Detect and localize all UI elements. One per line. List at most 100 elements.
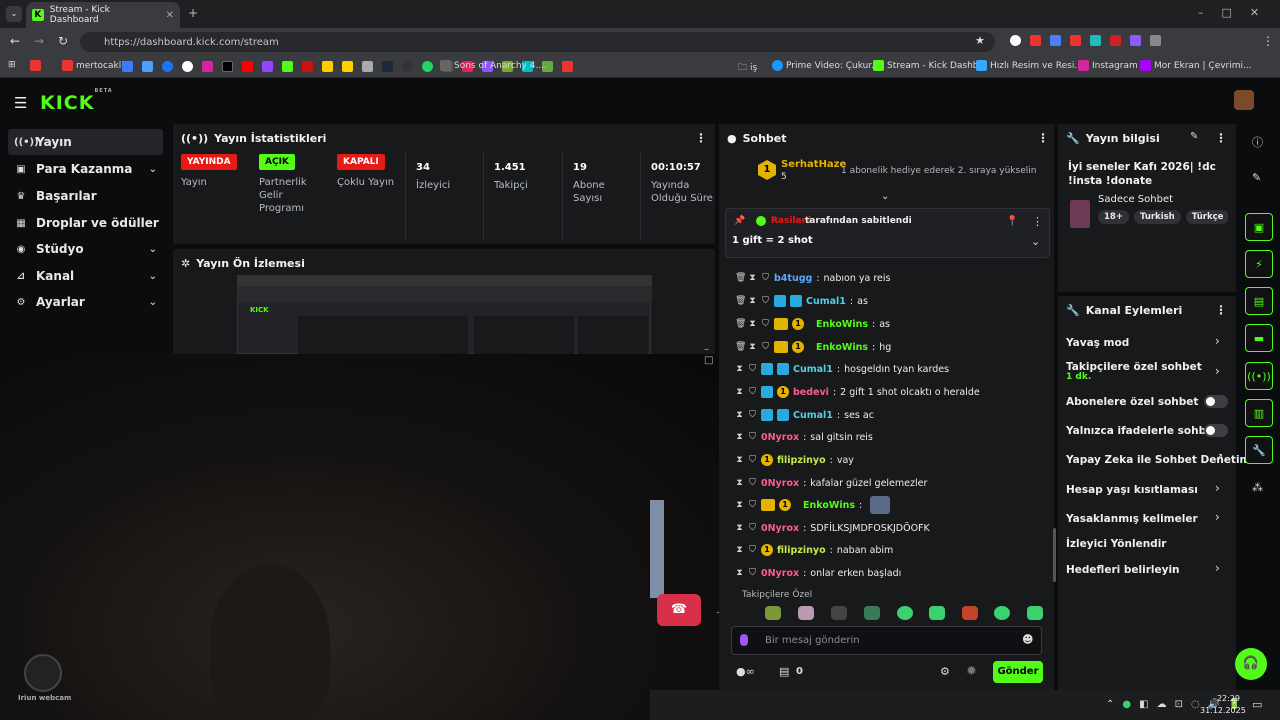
action-banned-words[interactable]: Yasaklanmış kelimeler <box>1066 513 1198 525</box>
rail-button-chat[interactable]: ▬ <box>1245 324 1273 352</box>
chat-username[interactable]: Cumal1 <box>793 410 833 421</box>
tag-chip[interactable]: Turkish <box>1133 210 1181 224</box>
url-input[interactable]: https://dashboard.kick.com/stream <box>80 32 995 52</box>
kick-logo[interactable]: KICKBETA <box>40 88 113 114</box>
ban-icon[interactable]: ⛉ <box>761 319 770 329</box>
chevron-down-icon[interactable]: ⌄ <box>1031 235 1040 248</box>
action-emote-only[interactable]: Yalnızca ifadelerle sohbet <box>1066 425 1218 437</box>
chat-message[interactable]: ⧗ ⛉ 1 filipzinyo: naban abim <box>735 541 893 559</box>
chat-username[interactable]: 0Nyrox <box>761 568 799 579</box>
chat-username[interactable]: 0Nyrox <box>761 478 799 489</box>
bookmark-sons-of-anarchy[interactable]: Sons of Anarchy 4.... <box>440 60 547 71</box>
chat-username[interactable]: Cumal1 <box>806 296 846 307</box>
pinned-message[interactable]: 📌 Rasilani tarafından sabitlendi 📍 ⋮ 1 g… <box>725 208 1050 258</box>
rail-button-tools[interactable]: 🔧 <box>1245 436 1273 464</box>
extension-icons[interactable] <box>1010 35 1161 46</box>
ban-icon[interactable]: ⛉ <box>748 387 757 397</box>
bookmark-instagram[interactable]: Instagram <box>1078 60 1138 71</box>
chat-message[interactable]: ⧗ ⛉ 0Nyrox: onlar erken başladı <box>735 564 901 582</box>
chat-message[interactable]: ⧗ ⛉ 0Nyrox: SDFİLKSJMDFOSKJDÖOFK <box>735 519 929 537</box>
ban-icon[interactable]: ⛉ <box>748 432 757 442</box>
timeout-icon[interactable]: ⧗ <box>748 342 757 352</box>
more-options-icon[interactable]: ⋮ <box>1215 131 1227 145</box>
ban-icon[interactable]: ⛉ <box>761 342 770 352</box>
notifications-icon[interactable]: ▭ <box>1252 698 1262 711</box>
emote-only-toggle[interactable] <box>1204 424 1228 437</box>
chat-options-icon[interactable]: ⋮ <box>1037 131 1049 145</box>
emote-icon[interactable] <box>1027 606 1043 620</box>
timeout-icon[interactable]: ⧗ <box>735 568 744 578</box>
bookmark-hizli-resim[interactable]: Hızlı Resim ve Resi... <box>976 60 1083 71</box>
send-button[interactable]: Gönder <box>993 661 1043 683</box>
action-subscribers-only[interactable]: Abonelere özel sohbet <box>1066 396 1198 408</box>
close-tab-icon[interactable]: ✕ <box>166 10 174 21</box>
timeout-icon[interactable]: ⧗ <box>735 500 744 510</box>
star-icon[interactable]: ★ <box>975 34 985 47</box>
sidebar-item-studyo[interactable]: ◉ Stüdyo ⌄ <box>8 236 163 262</box>
chevron-right-icon[interactable]: › <box>1215 334 1220 348</box>
chevron-right-icon[interactable]: › <box>1215 364 1220 378</box>
rail-button-layout[interactable]: ▥ <box>1245 399 1273 427</box>
browser-menu-icon[interactable]: ⋮ <box>1262 34 1274 48</box>
chevron-down-icon[interactable]: ⌄ <box>881 191 889 202</box>
end-call-button[interactable]: ☎ <box>657 594 701 626</box>
avatar[interactable] <box>1234 90 1254 110</box>
bookmark-gmail[interactable] <box>30 60 41 71</box>
chat-message[interactable]: ⧗ ⛉ Cumal1: ses ac <box>735 406 874 424</box>
chat-message[interactable]: ⧗ ⛉ 0Nyrox: kafalar güzel gelemezler <box>735 474 927 492</box>
tag-chip[interactable]: 18+ <box>1098 210 1129 224</box>
bookmark-folder-is[interactable]: 🗀 iş <box>738 60 757 76</box>
chevron-right-icon[interactable]: › <box>1215 561 1220 575</box>
timeout-icon[interactable]: ⧗ <box>735 432 744 442</box>
external-link-icon[interactable]: ↗ <box>1215 452 1223 463</box>
tag-chip[interactable]: Türkçe <box>1185 210 1228 224</box>
window-controls[interactable]: –□✕ <box>1198 6 1277 19</box>
ban-icon[interactable]: ⛉ <box>748 545 757 555</box>
reload-icon[interactable]: ↻ <box>58 34 68 48</box>
timeout-icon[interactable]: ⧗ <box>735 410 744 420</box>
ban-icon[interactable]: ⛉ <box>748 455 757 465</box>
rail-button-screen[interactable]: ▣ <box>1245 213 1273 241</box>
mic-icon[interactable] <box>740 634 748 646</box>
sidebar-item-para-kazanma[interactable]: ▣ Para Kazanma ⌄ <box>8 156 163 182</box>
emote-icon[interactable] <box>929 606 945 620</box>
emote-icon[interactable] <box>765 606 781 620</box>
chat-message[interactable]: 🗑 ⧗ ⛉ Cumal1: as <box>735 292 868 310</box>
chat-message[interactable]: ⧗ ⛉ 1 filipzinyo: vay <box>735 451 854 469</box>
chevron-right-icon[interactable]: › <box>1215 481 1220 495</box>
chat-message[interactable]: ⧗ ⛉ 1 EnkoWins: <box>735 496 891 514</box>
action-slow-mode[interactable]: Yavaş mod <box>1066 337 1129 349</box>
emote-icon[interactable] <box>897 606 913 620</box>
chat-username[interactable]: 0Nyrox <box>761 432 799 443</box>
back-icon[interactable]: ← <box>10 34 20 48</box>
pinned-options-icon[interactable]: ⋮ <box>1032 215 1043 228</box>
bookmark-prime-video[interactable]: Prime Video: Çukur... <box>772 60 880 71</box>
sidebar-item-basarilar[interactable]: ♛ Başarılar <box>8 183 163 209</box>
more-options-icon[interactable]: ⋮ <box>1215 303 1227 317</box>
hamburger-menu-icon[interactable]: ☰ <box>14 94 27 112</box>
chat-message[interactable]: 🗑 ⧗ ⛉ 1 EnkoWins: as <box>735 315 890 333</box>
gift-icon[interactable]: ▤ <box>779 665 789 678</box>
community-icon[interactable]: ●∞ <box>736 665 755 678</box>
chat-username[interactable]: EnkoWins <box>803 500 855 511</box>
sidebar-item-ayarlar[interactable]: ⚙ Ayarlar ⌄ <box>8 289 163 315</box>
timeout-icon[interactable]: ⧗ <box>735 523 744 533</box>
chat-username[interactable]: Cumal1 <box>793 364 833 375</box>
action-account-age[interactable]: Hesap yaşı kısıtlaması <box>1066 484 1198 496</box>
sidebar-item-droplar[interactable]: ▦ Droplar ve ödüller <box>8 210 163 236</box>
ban-icon[interactable]: ⛉ <box>748 568 757 578</box>
apps-icon[interactable]: ⊞ <box>8 60 16 70</box>
chat-username[interactable]: 0Nyrox <box>761 523 799 534</box>
chat-username[interactable]: bedevi <box>793 387 829 398</box>
bookmark-mor-ekran[interactable]: Mor Ekran | Çevrimi... <box>1140 60 1252 71</box>
forward-icon[interactable]: → <box>34 34 44 48</box>
chat-message[interactable]: 🗑 ⧗ ⛉ b4tugg: nabıon ya reis <box>735 269 891 287</box>
edit-icon[interactable]: ✎ <box>1190 131 1198 142</box>
ban-icon[interactable]: ⛉ <box>748 523 757 533</box>
timeout-icon[interactable]: ⧗ <box>735 387 744 397</box>
ban-icon[interactable]: ⛉ <box>748 478 757 488</box>
delete-icon[interactable]: 🗑 <box>735 296 746 306</box>
emoji-icon[interactable]: ☻ <box>1022 633 1033 646</box>
timeout-icon[interactable]: ⧗ <box>735 455 744 465</box>
chat-message[interactable]: ⧗ ⛉ 1 bedevi:2 gift 1 shot olcaktı o herald… <box>735 383 980 401</box>
